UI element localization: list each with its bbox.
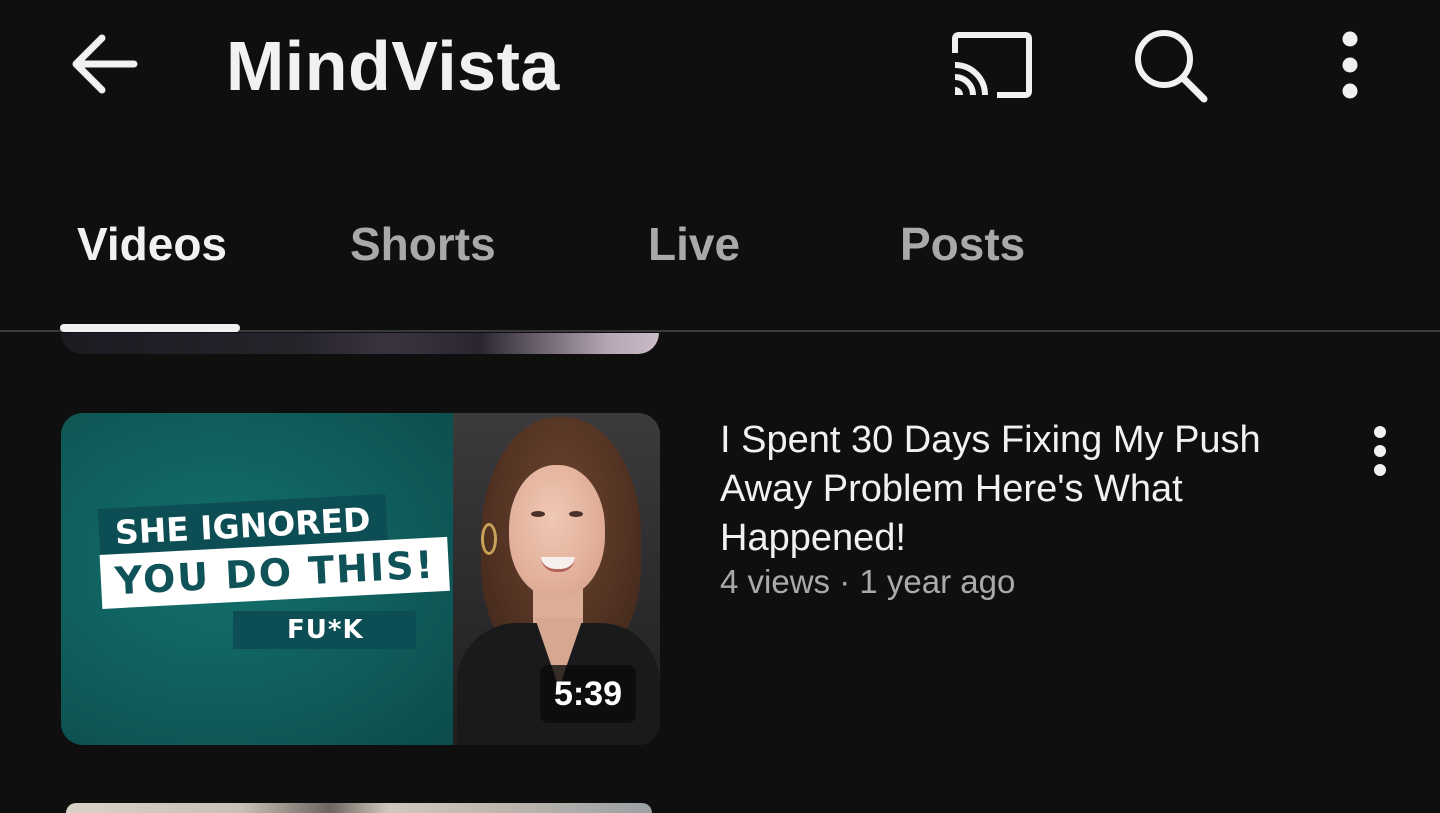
cast-button[interactable] bbox=[942, 22, 1038, 108]
search-icon bbox=[1135, 30, 1208, 103]
cast-icon bbox=[952, 32, 1032, 98]
more-options-button[interactable] bbox=[1302, 22, 1398, 108]
more-vert-icon bbox=[1374, 426, 1386, 476]
next-video-thumbnail[interactable] bbox=[66, 803, 652, 813]
search-button[interactable] bbox=[1122, 22, 1218, 108]
video-meta: 4 views · 1 year ago bbox=[720, 563, 1016, 600]
back-button[interactable] bbox=[62, 26, 146, 102]
more-vert-icon bbox=[1342, 31, 1358, 99]
duration-badge: 5:39 bbox=[539, 665, 636, 723]
tab-posts[interactable]: Posts bbox=[900, 216, 1025, 272]
channel-title: MindVista bbox=[226, 27, 560, 105]
app-header: MindVista bbox=[0, 0, 1440, 130]
video-title[interactable]: I Spent 30 Days Fixing My Push Away Prob… bbox=[720, 416, 1320, 563]
tab-shorts[interactable]: Shorts bbox=[350, 216, 496, 272]
tab-live[interactable]: Live bbox=[648, 216, 740, 272]
channel-tabs: Videos Shorts Live Posts bbox=[0, 190, 1440, 332]
previous-video-thumbnail[interactable] bbox=[61, 333, 659, 354]
arrow-left-icon bbox=[72, 34, 138, 94]
video-list-item[interactable]: SHE IGNORED YOU DO THIS! FU*K 5:39 I Spe… bbox=[0, 412, 1440, 746]
video-options-button[interactable] bbox=[1350, 416, 1410, 486]
thumbnail-caption-line3: FU*K bbox=[233, 611, 416, 649]
tab-videos[interactable]: Videos bbox=[77, 216, 227, 272]
video-thumbnail[interactable]: SHE IGNORED YOU DO THIS! FU*K 5:39 bbox=[61, 413, 660, 745]
person-face bbox=[509, 465, 605, 597]
active-tab-indicator bbox=[60, 324, 240, 332]
